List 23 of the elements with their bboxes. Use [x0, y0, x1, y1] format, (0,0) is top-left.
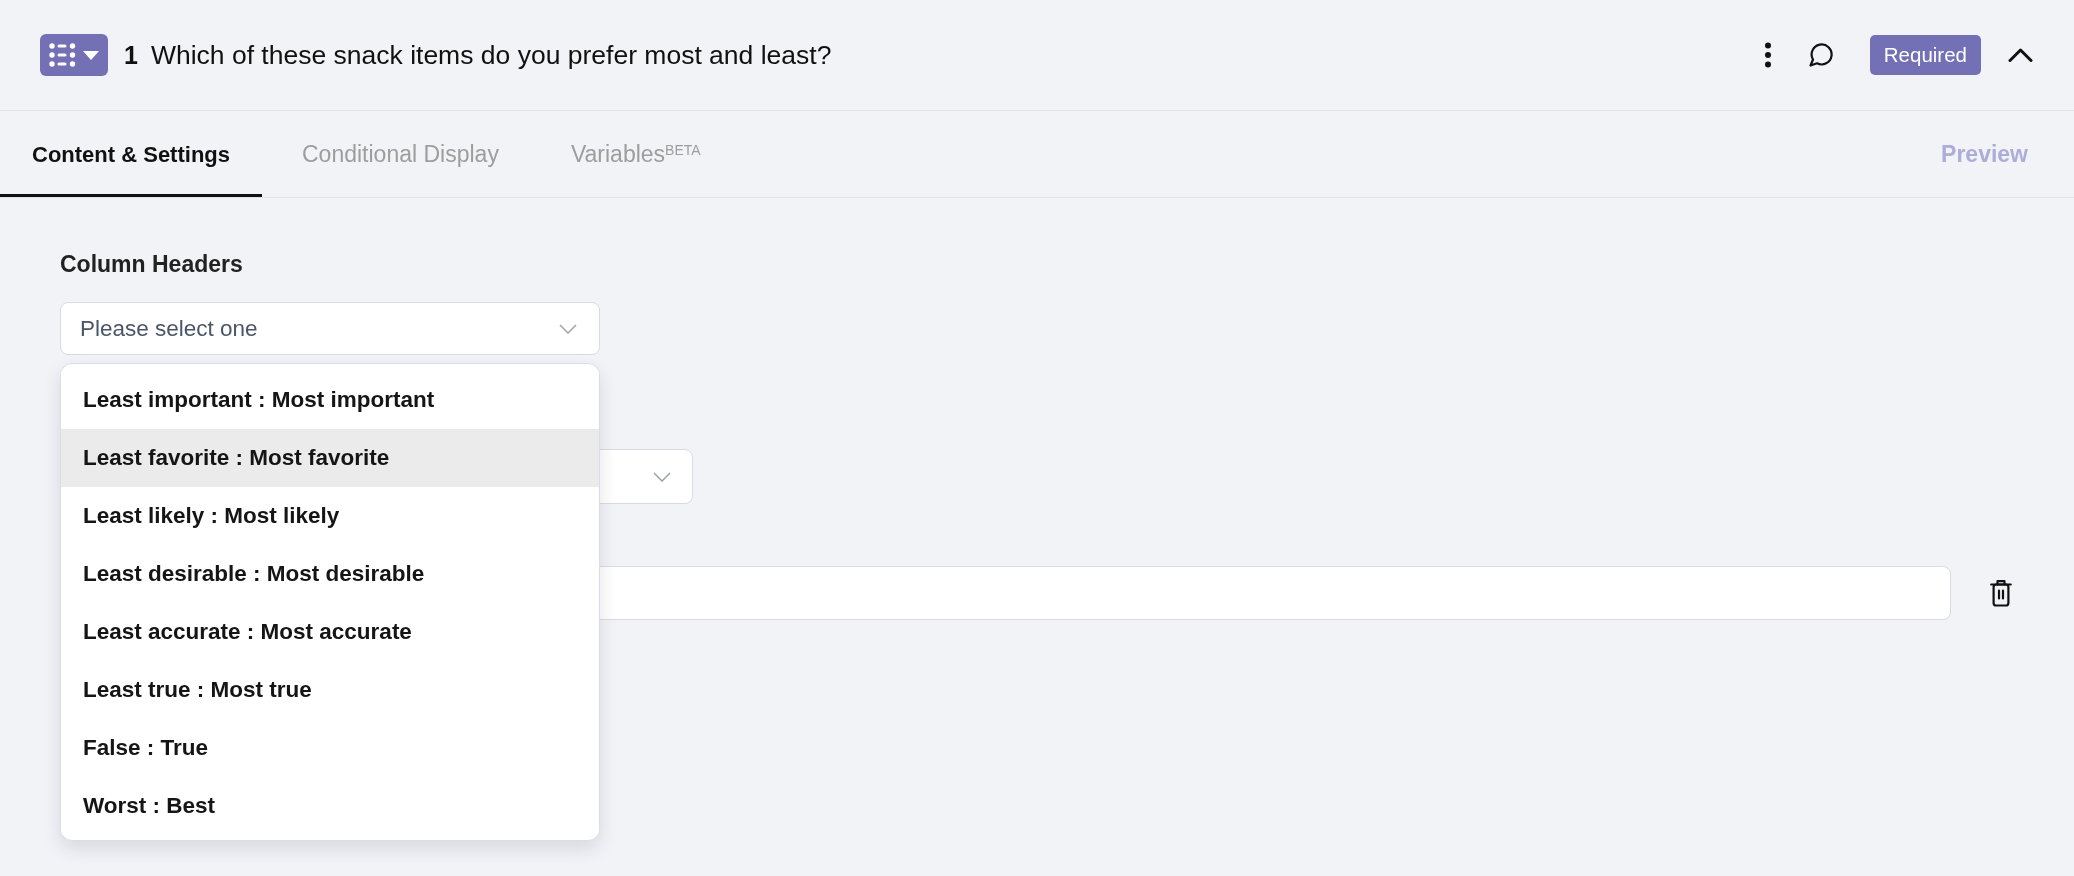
- caret-down-icon: [83, 50, 99, 60]
- column-headers-select[interactable]: Please select one: [60, 302, 600, 355]
- dropdown-option[interactable]: Least likely : Most likely: [61, 487, 599, 545]
- list-icon: [49, 43, 76, 67]
- field-label: Column Headers: [60, 251, 243, 278]
- dropdown-option[interactable]: Worst : Best: [61, 777, 599, 835]
- tab[interactable]: Content & Settings: [0, 111, 262, 197]
- dropdown-option[interactable]: Least true : Most true: [61, 661, 599, 719]
- vertical-dots-icon[interactable]: [1763, 42, 1772, 68]
- dropdown-option[interactable]: Least favorite : Most favorite: [61, 429, 599, 487]
- trash-icon[interactable]: [1990, 579, 2012, 607]
- dropdown-option[interactable]: Least important : Most important: [61, 371, 599, 429]
- speech-bubble-icon[interactable]: [1807, 43, 1834, 67]
- dropdown-option[interactable]: Least accurate : Most accurate: [61, 603, 599, 661]
- chevron-down-icon: [653, 471, 671, 482]
- question-type-button[interactable]: [40, 34, 108, 76]
- question-number: 1: [124, 40, 138, 70]
- chevron-up-icon[interactable]: [2008, 48, 2033, 62]
- question-text: Which of these snack items do you prefer most and least?: [150, 39, 832, 71]
- dropdown-option[interactable]: Least desirable : Most desirable: [61, 545, 599, 603]
- dropdown-option[interactable]: False : True: [61, 719, 599, 777]
- chevron-down-icon: [559, 323, 577, 334]
- required-toggle[interactable]: Required: [1869, 35, 1981, 75]
